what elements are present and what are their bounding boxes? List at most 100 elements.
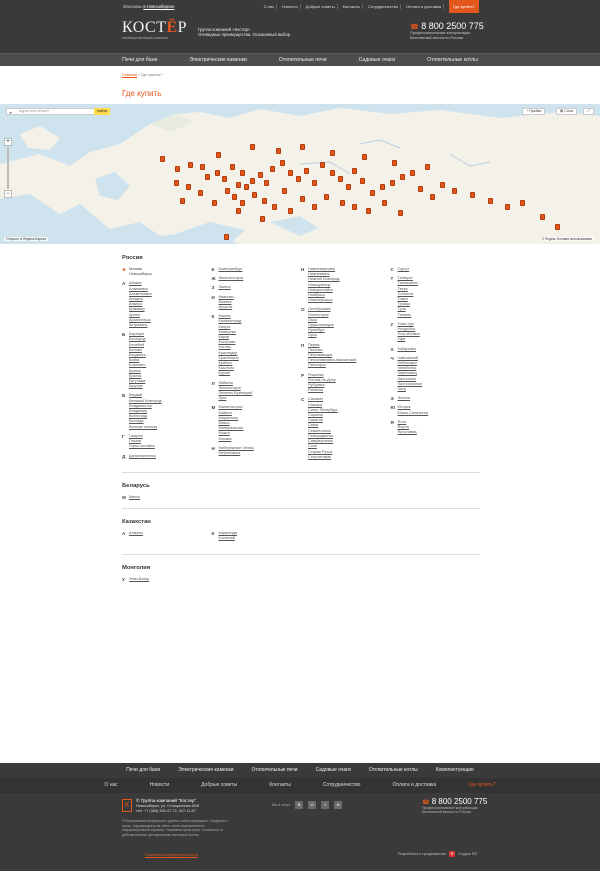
footer-nav-item[interactable]: Отопительные котлы [360,763,427,778]
dealer-marker-icon[interactable] [346,184,351,190]
nav-item[interactable]: Садовые очаги [343,54,412,66]
dealer-marker-icon[interactable] [425,164,430,170]
footer-nav-item[interactable]: Сотрудничество [307,778,377,793]
dealer-marker-icon[interactable] [225,188,230,194]
dealer-marker-icon[interactable] [215,170,220,176]
nav-item[interactable]: Печи для бани [106,54,173,66]
traffic-button[interactable]: ◔ Пробки [522,108,546,115]
dealer-marker-icon[interactable] [200,164,205,170]
dealer-marker-icon[interactable] [300,144,305,150]
city-link[interactable]: Бузулук [129,384,212,389]
dealer-marker-icon[interactable] [252,192,257,198]
breadcrumb-home[interactable]: Главная [122,72,137,77]
instagram-icon[interactable]: И [334,801,343,809]
footer-phone-number[interactable]: ☎ 8 800 2500 775 [422,797,487,806]
city-link[interactable]: Дальнереченск [129,454,212,459]
dealer-marker-icon[interactable] [505,204,510,210]
dealer-marker-icon[interactable] [300,196,305,202]
dealer-marker-icon[interactable] [382,200,387,206]
city-link[interactable]: Уфа [398,337,481,342]
city-link[interactable]: Новосибирск [129,272,212,277]
top-link[interactable]: Контакты [341,4,363,9]
footer-nav-item[interactable]: Печи для бани [117,763,169,778]
dealer-marker-icon[interactable] [362,154,367,160]
dealer-marker-icon[interactable] [236,208,241,214]
city-link[interactable]: Ярославль [398,430,481,435]
footer-nav-item[interactable]: Контакты [253,778,307,793]
city-link[interactable]: Горно-Алтайск [129,444,212,449]
dealer-marker-icon[interactable] [280,160,285,166]
footer-nav-item[interactable]: Оплата и доставка [376,778,452,793]
dealer-marker-icon[interactable] [330,150,335,156]
top-link[interactable]: Новости [280,4,301,9]
footer-nav-item[interactable]: Садовые очаги [307,763,360,778]
dealer-marker-icon[interactable] [174,180,179,186]
fullscreen-button[interactable]: ⤢ [583,108,594,115]
city-link[interactable]: Новочеркасск [308,298,391,303]
city-link[interactable]: Хабаровск [398,347,481,352]
footer-nav-item[interactable]: Новости [134,778,185,793]
dealer-marker-icon[interactable] [340,200,345,206]
city-link[interactable]: Минск [129,495,480,500]
city-link[interactable]: Элиста [398,396,481,401]
where-to-buy-button[interactable]: Где купить? [449,0,479,13]
dealer-marker-icon[interactable] [288,208,293,214]
dealer-marker-icon[interactable] [264,180,269,186]
dealer-marker-icon[interactable] [250,144,255,150]
dealer-marker-icon[interactable] [262,198,267,204]
dealer-marker-icon[interactable] [250,178,255,184]
dealer-marker-icon[interactable] [186,184,191,190]
footer-nav-item[interactable]: Где купить? [452,778,511,793]
dealer-marker-icon[interactable] [236,182,241,188]
city-link[interactable]: Алматы [129,531,212,536]
city-link[interactable]: Железногорск [219,276,302,281]
dealer-marker-icon[interactable] [240,200,245,206]
city-link[interactable]: Южно-Сахалинск [398,411,481,416]
footer-nav-item[interactable]: Комплектующие [427,763,483,778]
dealer-marker-icon[interactable] [312,180,317,186]
dealer-marker-icon[interactable] [258,172,263,178]
dealer-marker-icon[interactable] [366,208,371,214]
city-link[interactable]: Костанай [219,536,302,541]
logo[interactable]: КОСТЁР ПРОИЗВОДСТВО ПЕЧЕЙ И КАМИНОВ [122,19,187,45]
dealer-marker-icon[interactable] [188,162,193,168]
vk-icon[interactable]: В [295,801,304,809]
city-link[interactable]: Иркутск [219,305,302,310]
top-link[interactable]: Сотрудничество [366,4,402,9]
shops-city-link[interactable]: в Новосибирске [143,4,174,9]
dealer-marker-icon[interactable] [222,176,227,182]
dealer-marker-icon[interactable] [240,170,245,176]
dealer-marker-icon[interactable] [390,180,395,186]
city-link[interactable]: Орск [308,333,391,338]
dealer-marker-icon[interactable] [270,166,275,172]
dealer-marker-icon[interactable] [320,162,325,168]
dealer-marker-icon[interactable] [440,182,445,188]
privacy-policy-link[interactable]: Политика конфиденциальности [145,853,198,857]
nav-item[interactable]: Отопительные печи [263,54,343,66]
dealer-marker-icon[interactable] [232,194,237,200]
nav-item[interactable]: Электрические каменки [173,54,262,66]
dealer-marker-icon[interactable] [324,194,329,200]
dealer-marker-icon[interactable] [230,164,235,170]
dealer-marker-icon[interactable] [330,170,335,176]
dealer-marker-icon[interactable] [175,166,180,172]
zoom-out-button[interactable]: − [4,190,12,198]
dealer-marker-icon[interactable] [360,178,365,184]
city-link[interactable]: Сургут [398,267,481,272]
dealer-marker-icon[interactable] [312,204,317,210]
zoom-slider[interactable] [7,147,9,189]
dealer-marker-icon[interactable] [400,174,405,180]
dealer-marker-icon[interactable] [488,198,493,204]
top-link[interactable]: О нас [262,4,278,9]
city-link[interactable]: Чита [398,387,481,392]
dealer-marker-icon[interactable] [555,224,560,230]
dealer-marker-icon[interactable] [430,194,435,200]
dealer-marker-icon[interactable] [304,168,309,174]
dealer-marker-icon[interactable] [352,168,357,174]
dealer-marker-icon[interactable] [288,170,293,176]
odnoklassniki-icon[interactable]: О [308,801,317,809]
city-link[interactable]: Тюмень [398,313,481,318]
dealer-marker-icon[interactable] [212,200,217,206]
dealer-marker-icon[interactable] [180,198,185,204]
city-link[interactable]: Нефтекамск [219,451,302,456]
